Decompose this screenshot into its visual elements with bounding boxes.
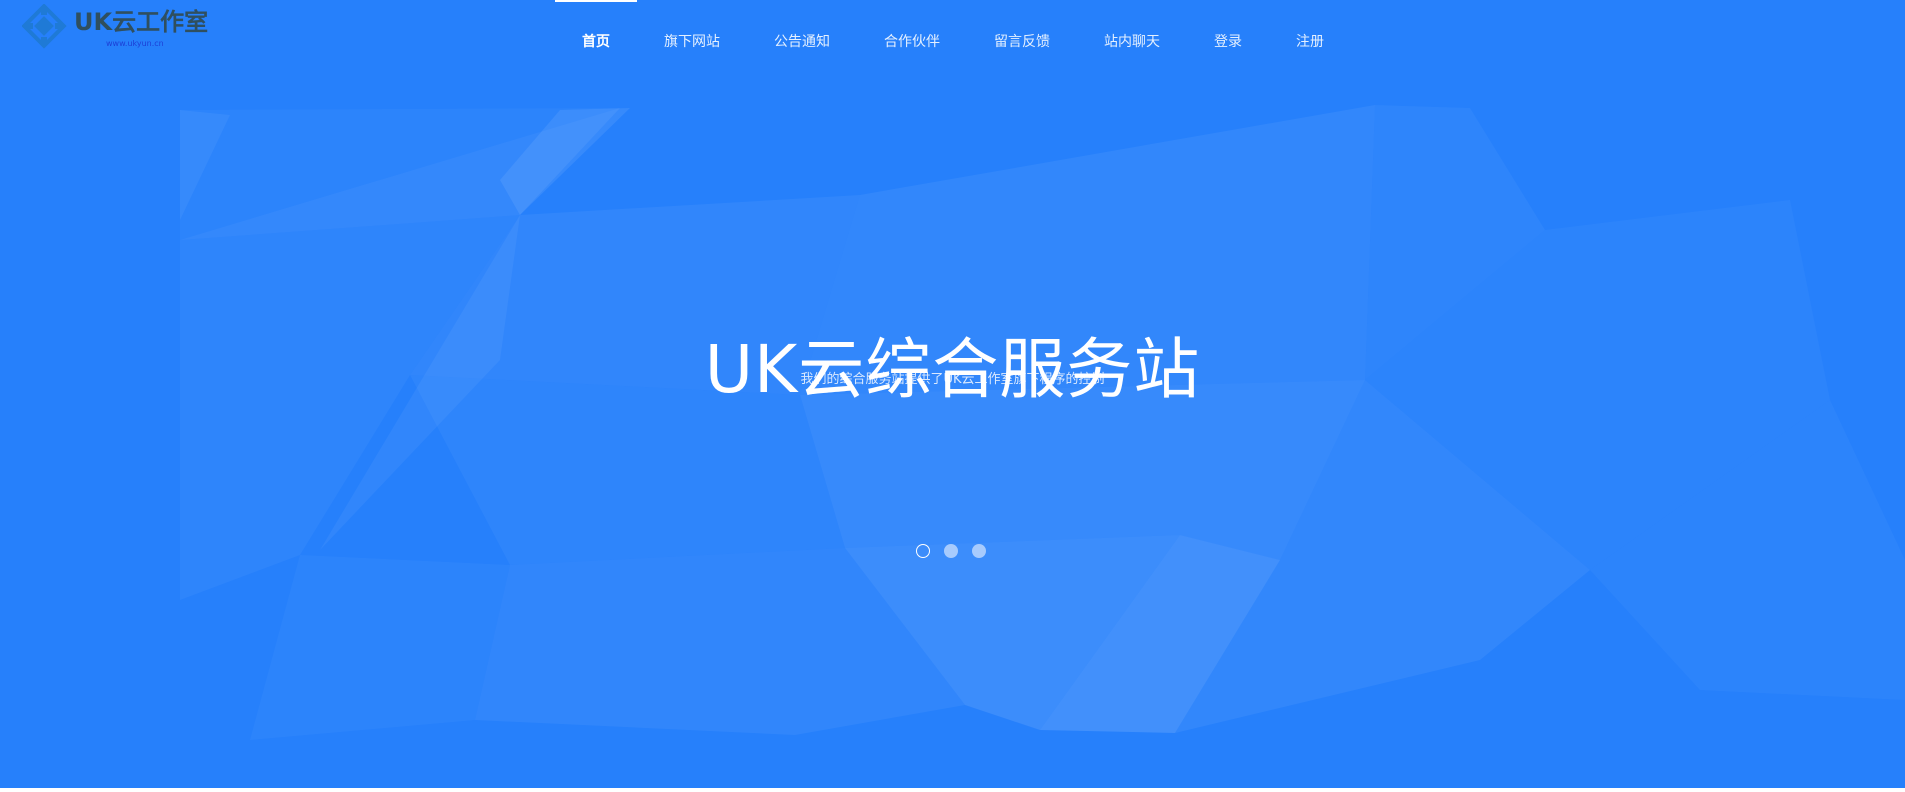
hero-subtitle: 我们的综合服务站提供了UK云工作室旗下程序的控制	[800, 372, 1105, 387]
nav-item-label: 登录	[1214, 34, 1242, 50]
nav-item[interactable]: 合作伙伴	[857, 0, 967, 82]
nav-item-label: 旗下网站	[664, 34, 720, 50]
carousel-indicators	[916, 544, 986, 558]
nav-item-label: 留言反馈	[994, 34, 1050, 50]
main-nav: 首页 旗下网站 公告通知 合作伙伴 留言反馈 站内聊天 登录 注册	[555, 0, 1351, 82]
nav-item[interactable]: 留言反馈	[967, 0, 1077, 82]
carousel-dot[interactable]	[916, 544, 930, 558]
nav-item-label: 首页	[582, 34, 610, 50]
logo-mark-icon	[22, 4, 67, 49]
nav-item-label: 公告通知	[774, 34, 830, 50]
carousel-dot[interactable]	[972, 544, 986, 558]
logo-name: UK云工作室	[74, 8, 208, 36]
nav-active-indicator	[555, 0, 637, 2]
nav-item-label: 合作伙伴	[884, 34, 940, 50]
site-logo[interactable]: UK云工作室 www.ukyun.cn	[22, 4, 212, 50]
logo-url: www.ukyun.cn	[106, 39, 164, 48]
nav-item-label: 注册	[1296, 34, 1324, 50]
carousel-dot[interactable]	[944, 544, 958, 558]
nav-item[interactable]: 站内聊天	[1077, 0, 1187, 82]
nav-item[interactable]: 公告通知	[747, 0, 857, 82]
nav-item[interactable]: 首页	[555, 0, 637, 82]
nav-item[interactable]: 旗下网站	[637, 0, 747, 82]
nav-item[interactable]: 登录	[1187, 0, 1269, 82]
nav-item-label: 站内聊天	[1104, 34, 1160, 50]
nav-item[interactable]: 注册	[1269, 0, 1351, 82]
hero-banner: UK云工作室 www.ukyun.cn 首页 旗下网站 公告通知 合作伙伴 留言反馈 站内…	[0, 0, 1905, 788]
